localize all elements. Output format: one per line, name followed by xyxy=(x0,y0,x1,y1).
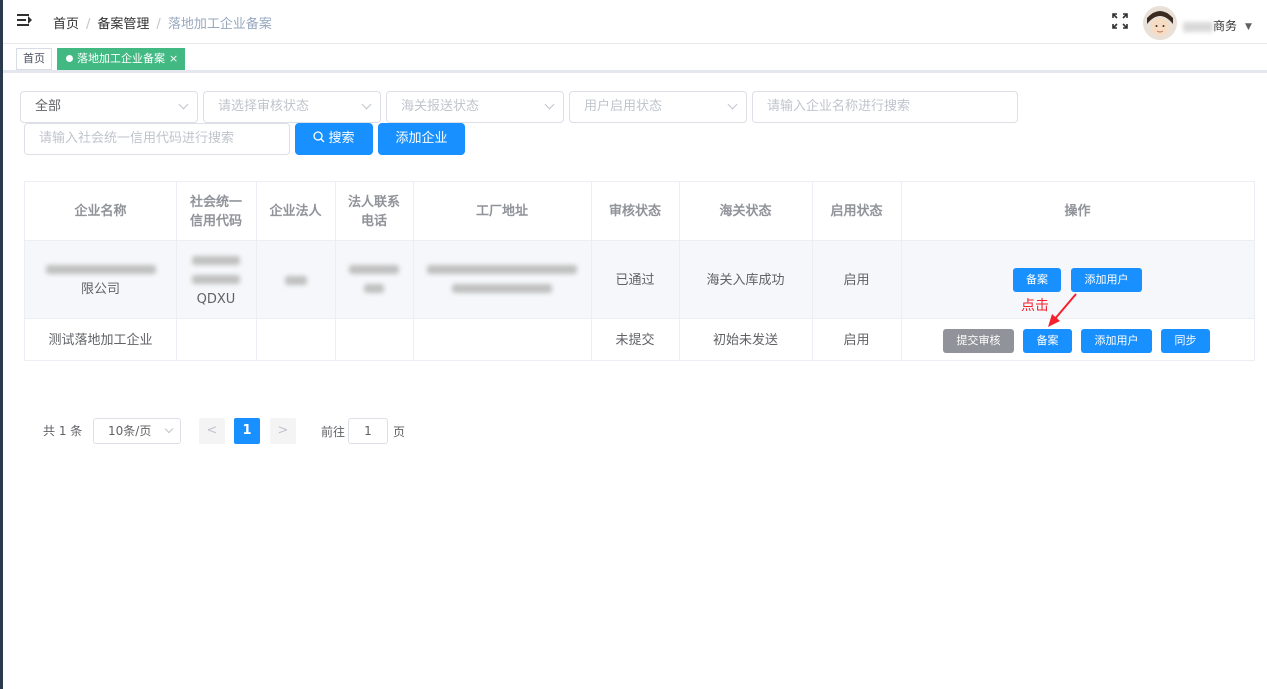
goto-suffix: 页 xyxy=(393,425,406,439)
cell-audit-status: 已通过 xyxy=(615,272,655,288)
cell-company-name: 测试落地加工企业 xyxy=(48,332,153,348)
header-legal-phone: 法人联系电话 xyxy=(347,194,400,229)
cell-customs-status: 海关入库成功 xyxy=(706,272,785,288)
add-company-button[interactable]: 添加企业 xyxy=(378,123,465,155)
credit-code-placeholder: 请输入社会统一信用代码进行搜索 xyxy=(39,131,235,146)
company-table: 企业名称 社会统一信用代码 企业法人 法人联系电话 工厂地址 审核状态 海关状态… xyxy=(24,181,1255,361)
chevron-down-icon xyxy=(544,99,555,110)
header-company-name: 企业名称 xyxy=(74,204,127,219)
pagination-total: 共 1 条 xyxy=(43,424,83,438)
chevron-down-icon xyxy=(164,424,174,434)
cell-legal-person xyxy=(256,241,335,319)
tags-view-bar: 首页 落地加工企业备案 × xyxy=(3,45,1267,73)
header-enabled-status: 启用状态 xyxy=(830,204,883,219)
header-customs-status: 海关状态 xyxy=(719,204,772,219)
cell-credit-code: QDXU xyxy=(176,241,256,319)
sidebar-edge xyxy=(0,0,3,689)
company-name-tail: 限公司 xyxy=(80,282,120,297)
table-header: 企业名称 社会统一信用代码 企业法人 法人联系电话 工厂地址 审核状态 海关状态… xyxy=(25,182,1254,241)
avatar[interactable] xyxy=(1143,6,1177,40)
page-size-value: 10条/页 xyxy=(108,424,152,438)
username[interactable]: 商务 xyxy=(1183,17,1237,34)
customs-status-placeholder: 海关报送状态 xyxy=(401,99,480,114)
cell-customs-status: 初始未发送 xyxy=(712,332,778,348)
filing-button[interactable]: 备案 xyxy=(1013,268,1061,292)
category-select[interactable]: 全部 xyxy=(20,91,198,123)
submit-review-button[interactable]: 提交审核 xyxy=(943,329,1014,353)
audit-status-placeholder: 请选择审核状态 xyxy=(218,99,310,114)
page-number-current[interactable]: 1 xyxy=(234,418,260,444)
cell-factory-address xyxy=(413,241,591,319)
cell-company-name: 限公司 xyxy=(25,241,176,319)
user-status-placeholder: 用户启用状态 xyxy=(584,99,663,114)
tag-current[interactable]: 落地加工企业备案 × xyxy=(57,48,186,70)
breadcrumb-current: 落地加工企业备案 xyxy=(167,17,272,32)
hamburger-menu-icon[interactable] xyxy=(17,12,33,28)
category-select-value: 全部 xyxy=(35,99,62,114)
goto-page-input[interactable]: 1 xyxy=(348,418,388,444)
cell-legal-phone xyxy=(335,241,413,319)
tag-home[interactable]: 首页 xyxy=(16,48,52,70)
active-dot-icon xyxy=(66,55,73,62)
fullscreen-icon[interactable] xyxy=(1111,12,1129,30)
annotation-arrow-icon xyxy=(1048,293,1077,327)
header-audit-status: 审核状态 xyxy=(608,204,661,219)
breadcrumb-filing-management[interactable]: 备案管理 xyxy=(97,17,149,32)
search-button[interactable]: 搜索 xyxy=(295,123,373,155)
caret-down-icon[interactable]: ▼ xyxy=(1245,22,1252,32)
prev-page-button[interactable]: < xyxy=(199,418,225,444)
add-user-button[interactable]: 添加用户 xyxy=(1071,268,1142,292)
tag-current-label: 落地加工企业备案 xyxy=(77,52,165,65)
top-navbar: 首页 / 备案管理 / 落地加工企业备案 商务 ▼ xyxy=(3,0,1267,44)
goto-label: 前往 xyxy=(321,425,346,439)
user-status-select[interactable]: 用户启用状态 xyxy=(569,91,747,123)
credit-code-input[interactable]: 请输入社会统一信用代码进行搜索 xyxy=(24,123,290,155)
sync-button[interactable]: 同步 xyxy=(1161,329,1210,353)
search-icon xyxy=(313,131,325,143)
close-icon[interactable]: × xyxy=(169,52,178,65)
breadcrumb-home[interactable]: 首页 xyxy=(53,17,79,32)
customs-status-select[interactable]: 海关报送状态 xyxy=(386,91,564,123)
chevron-down-icon xyxy=(361,99,372,110)
filing-button[interactable]: 备案 xyxy=(1023,329,1072,353)
cell-enabled-status: 启用 xyxy=(843,272,870,288)
header-actions: 操作 xyxy=(1064,204,1091,219)
audit-status-select[interactable]: 请选择审核状态 xyxy=(203,91,381,123)
add-user-button[interactable]: 添加用户 xyxy=(1081,329,1152,353)
company-name-placeholder: 请输入企业名称进行搜索 xyxy=(767,99,911,114)
breadcrumb: 首页 / 备案管理 / 落地加工企业备案 xyxy=(53,17,272,32)
header-credit-code: 社会统一信用代码 xyxy=(189,194,242,229)
chevron-down-icon xyxy=(727,99,738,110)
next-page-button[interactable]: > xyxy=(270,418,296,444)
username-suffix: 商务 xyxy=(1213,19,1238,33)
credit-code-tail: QDXU xyxy=(196,291,236,307)
search-button-label: 搜索 xyxy=(328,131,355,146)
page-size-select[interactable]: 10条/页 xyxy=(93,418,181,444)
chevron-down-icon xyxy=(178,99,189,110)
header-factory-address: 工厂地址 xyxy=(475,204,528,219)
company-name-input[interactable]: 请输入企业名称进行搜索 xyxy=(752,91,1018,123)
cell-enabled-status: 启用 xyxy=(843,332,870,348)
header-legal-person: 企业法人 xyxy=(269,204,322,219)
cell-audit-status: 未提交 xyxy=(615,332,655,348)
